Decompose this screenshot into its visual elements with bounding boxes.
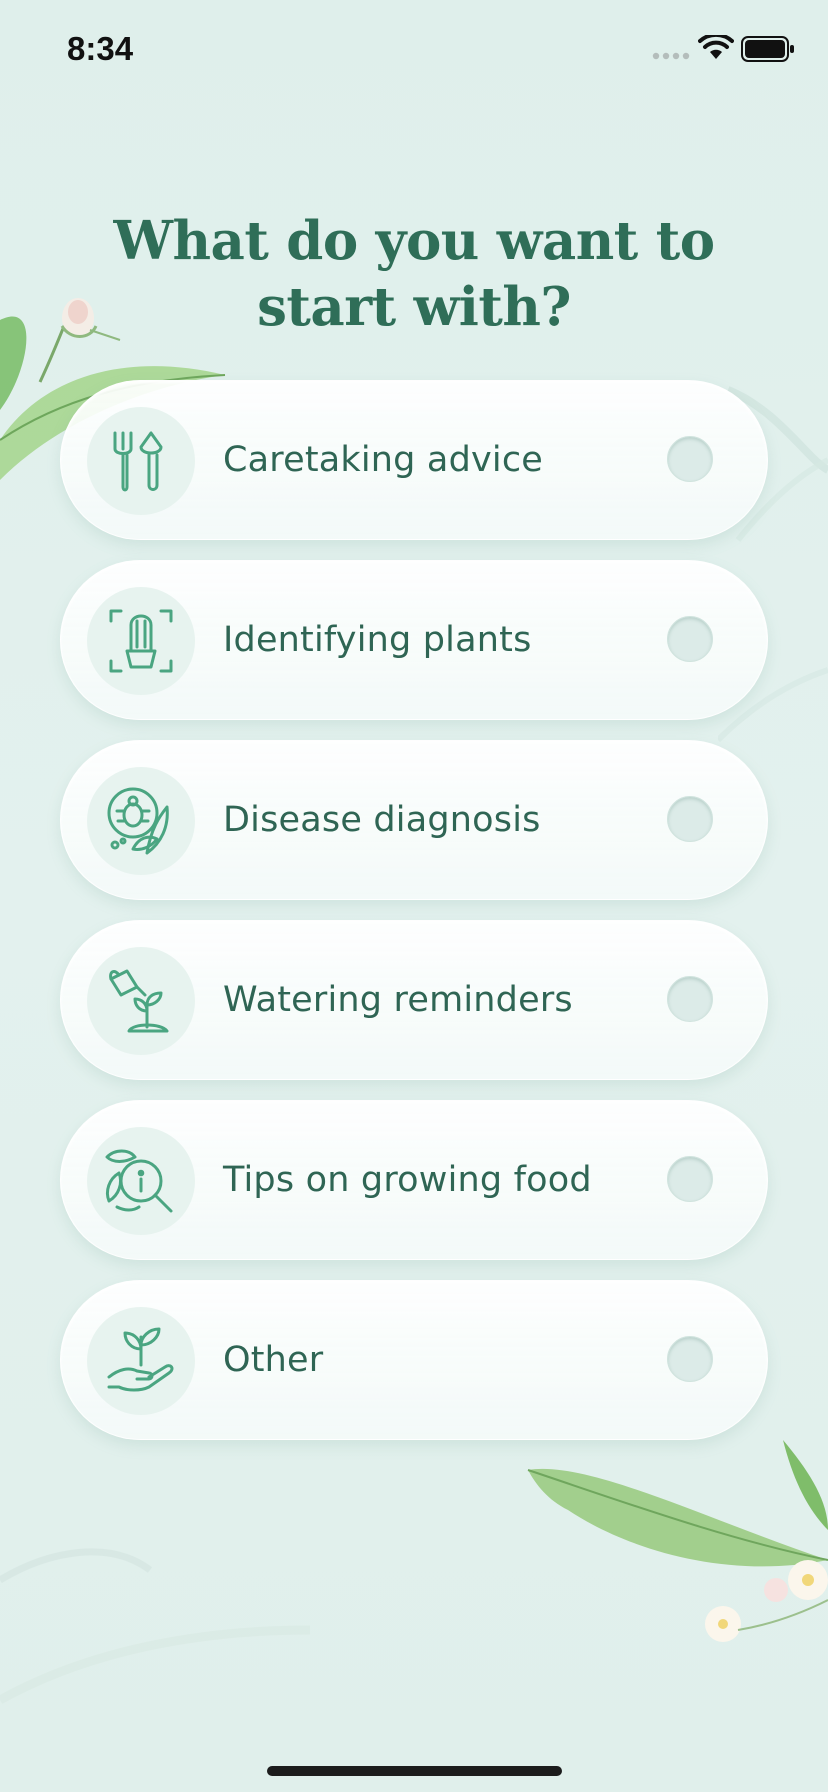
option-label: Other [223, 1340, 324, 1380]
option-icon-badge [87, 767, 195, 875]
option-list: Caretaking advice Identifying plants Dis… [60, 380, 768, 1460]
bug-leaf-icon [107, 787, 169, 855]
option-radio[interactable] [667, 1156, 713, 1202]
home-indicator[interactable] [267, 1766, 562, 1776]
leaf-decoration-bottom-right [527, 1440, 828, 1642]
option-label: Identifying plants [223, 620, 532, 660]
option-radio[interactable] [667, 976, 713, 1022]
garden-tools-icon [113, 431, 163, 492]
option-other[interactable]: Other [60, 1280, 768, 1440]
option-radio[interactable] [667, 1336, 713, 1382]
page-title: What do you want to start with? [113, 209, 715, 338]
option-label: Caretaking advice [223, 440, 544, 480]
wifi-icon [698, 35, 734, 59]
option-radio[interactable] [667, 616, 713, 662]
option-tips-on-growing-food[interactable]: Tips on growing food [60, 1100, 768, 1260]
option-label: Watering reminders [223, 980, 573, 1020]
option-icon-badge [87, 587, 195, 695]
option-icon-badge [87, 947, 195, 1055]
onboarding-screen: 8:34 What do you want to start with? Car… [0, 0, 828, 1792]
option-radio[interactable] [667, 796, 713, 842]
watering-can-sprout-icon [109, 969, 169, 1033]
leaf-info-magnifier-icon [105, 1149, 173, 1213]
hand-plant-icon [107, 1327, 174, 1392]
battery-icon [741, 36, 794, 62]
stem-decoration-bottom-left [0, 1548, 311, 1704]
option-identifying-plants[interactable]: Identifying plants [60, 560, 768, 720]
option-icon-badge [87, 407, 195, 515]
option-caretaking-advice[interactable]: Caretaking advice [60, 380, 768, 540]
option-icon-badge [87, 1307, 195, 1415]
option-watering-reminders[interactable]: Watering reminders [60, 920, 768, 1080]
option-icon-badge [87, 1127, 195, 1235]
status-bar: 8:34 [0, 0, 828, 100]
cellular-signal-icon [652, 52, 690, 60]
option-label: Disease diagnosis [223, 800, 541, 840]
option-label: Tips on growing food [223, 1160, 592, 1200]
cactus-scan-icon [109, 609, 173, 673]
option-radio[interactable] [667, 436, 713, 482]
status-time: 8:34 [67, 30, 134, 67]
option-disease-diagnosis[interactable]: Disease diagnosis [60, 740, 768, 900]
